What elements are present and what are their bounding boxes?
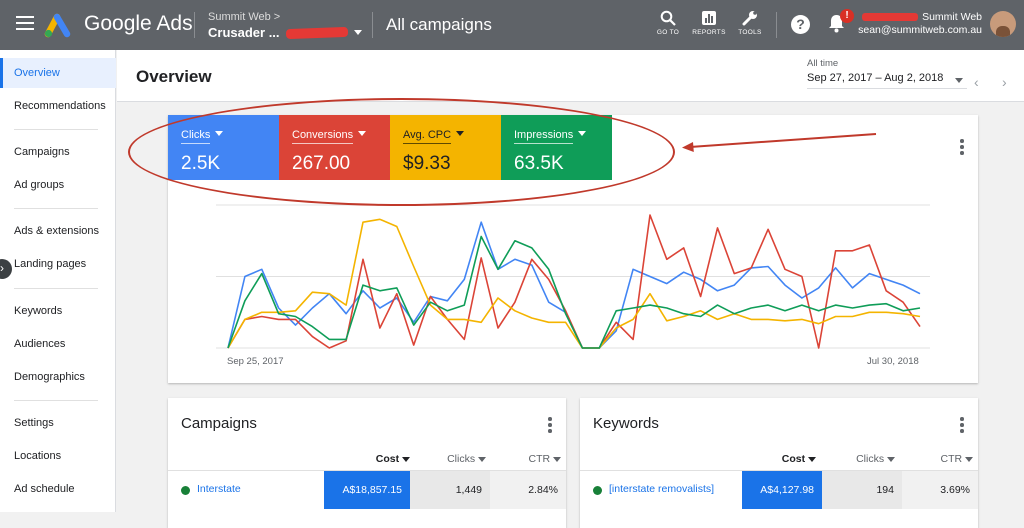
more-options-icon[interactable] <box>960 139 964 157</box>
goto-button[interactable]: GO TO <box>648 10 688 36</box>
keywords-card: Keywords Cost Clicks CTR [interstate rem… <box>580 398 978 528</box>
table-row[interactable]: Interstate A$18,857.15 1,449 2.84% <box>168 470 566 509</box>
table-row[interactable]: [interstate removalists] A$4,127.98 194 … <box>580 470 978 509</box>
column-header-clicks[interactable]: Clicks <box>847 453 895 465</box>
avatar[interactable] <box>990 11 1016 37</box>
chevron-down-icon[interactable] <box>955 78 963 83</box>
chevron-down-icon <box>353 30 362 35</box>
redacted-account-id <box>285 26 348 39</box>
column-header-clicks[interactable]: Clicks <box>438 453 486 465</box>
account-parent: Summit Web > <box>208 11 281 23</box>
wrench-icon <box>742 11 757 26</box>
user-info[interactable]: Summit Web sean@summitweb.com.au <box>858 11 982 37</box>
chevron-left-icon[interactable]: ‹ <box>974 74 979 90</box>
clicks-cell: 1,449 <box>410 471 490 509</box>
sidebar-item-ads-extensions[interactable]: Ads & extensions <box>0 216 116 246</box>
notification-badge: ! <box>840 9 854 23</box>
clicks-cell: 194 <box>822 471 902 509</box>
help-icon[interactable]: ? <box>791 15 810 34</box>
sidebar-item-campaigns[interactable]: Campaigns <box>0 137 116 167</box>
annotation-arrow <box>682 133 877 152</box>
sidebar-item-locations[interactable]: Locations <box>0 441 116 471</box>
column-header-ctr[interactable]: CTR <box>935 453 973 465</box>
ctr-cell: 3.69% <box>902 471 978 509</box>
account-name: Crusader ... <box>208 25 280 40</box>
top-bar: Google Ads Summit Web > Crusader ... All… <box>0 0 1024 50</box>
column-header-cost[interactable]: Cost <box>770 453 816 465</box>
sidebar-item-keywords[interactable]: Keywords <box>0 296 116 326</box>
column-header-cost[interactable]: Cost <box>366 453 410 465</box>
more-options-icon[interactable] <box>548 417 552 435</box>
sidebar-item-demographics[interactable]: Demographics <box>0 362 116 392</box>
keywords-title: Keywords <box>593 415 659 432</box>
campaigns-title: Campaigns <box>181 415 257 432</box>
page-title: Overview <box>136 67 212 86</box>
column-header-ctr[interactable]: CTR <box>523 453 561 465</box>
reports-label: REPORTS <box>692 29 726 36</box>
brand-name: Google Ads <box>84 12 193 35</box>
sidebar-item-landing-pages[interactable]: Landing pages <box>0 249 116 279</box>
chevron-right-icon[interactable]: › <box>1002 74 1007 90</box>
campaign-link[interactable]: Interstate <box>197 483 241 495</box>
cost-cell: A$4,127.98 <box>742 471 822 509</box>
date-range-value: Sep 27, 2017 – Aug 2, 2018 <box>807 72 944 84</box>
sidebar-item-recommendations[interactable]: Recommendations <box>0 91 116 121</box>
menu-icon[interactable] <box>16 16 34 30</box>
tools-label: TOOLS <box>738 29 762 36</box>
series-line-3 <box>227 235 921 349</box>
sidebar-item-settings[interactable]: Settings <box>0 408 116 438</box>
account-switcher[interactable]: Summit Web > Crusader ... <box>208 11 362 40</box>
cost-cell: A$18,857.15 <box>324 471 410 509</box>
redacted-user-name <box>862 13 919 22</box>
user-org: Summit Web <box>922 11 982 23</box>
x-axis-start-label: Sep 25, 2017 <box>227 356 284 367</box>
reports-icon <box>702 11 716 25</box>
more-options-icon[interactable] <box>960 417 964 435</box>
performance-line-chart <box>216 204 930 349</box>
google-ads-logo <box>44 13 71 38</box>
goto-label: GO TO <box>656 29 680 36</box>
sidebar-item-overview[interactable]: Overview <box>0 58 116 88</box>
keyword-link[interactable]: [interstate removalists] <box>609 483 714 495</box>
campaigns-card: Campaigns Cost Clicks CTR Interstate A$1… <box>168 398 566 528</box>
reports-button[interactable]: REPORTS <box>689 10 729 36</box>
status-enabled-icon <box>181 486 190 495</box>
sidebar-item-audiences[interactable]: Audiences <box>0 329 116 359</box>
sidebar-item-ad-groups[interactable]: Ad groups <box>0 170 116 200</box>
page-scope-title: All campaigns <box>386 15 492 34</box>
series-line-1 <box>227 214 921 349</box>
page-header: Overview All time Sep 27, 2017 – Aug 2, … <box>117 50 1024 102</box>
date-range-label: All time <box>807 58 839 69</box>
x-axis-end-label: Jul 30, 2018 <box>867 356 919 367</box>
date-range-picker[interactable]: All time Sep 27, 2017 – Aug 2, 2018 <box>807 58 967 89</box>
sidebar-item-ad-schedule[interactable]: Ad schedule <box>0 474 116 504</box>
sidebar: Overview Recommendations Campaigns Ad gr… <box>0 50 116 512</box>
status-enabled-icon <box>593 486 602 495</box>
tools-button[interactable]: TOOLS <box>730 10 770 36</box>
search-icon <box>660 10 676 26</box>
user-email: sean@summitweb.com.au <box>858 24 982 36</box>
annotation-ellipse <box>128 98 675 206</box>
ctr-cell: 2.84% <box>490 471 566 509</box>
